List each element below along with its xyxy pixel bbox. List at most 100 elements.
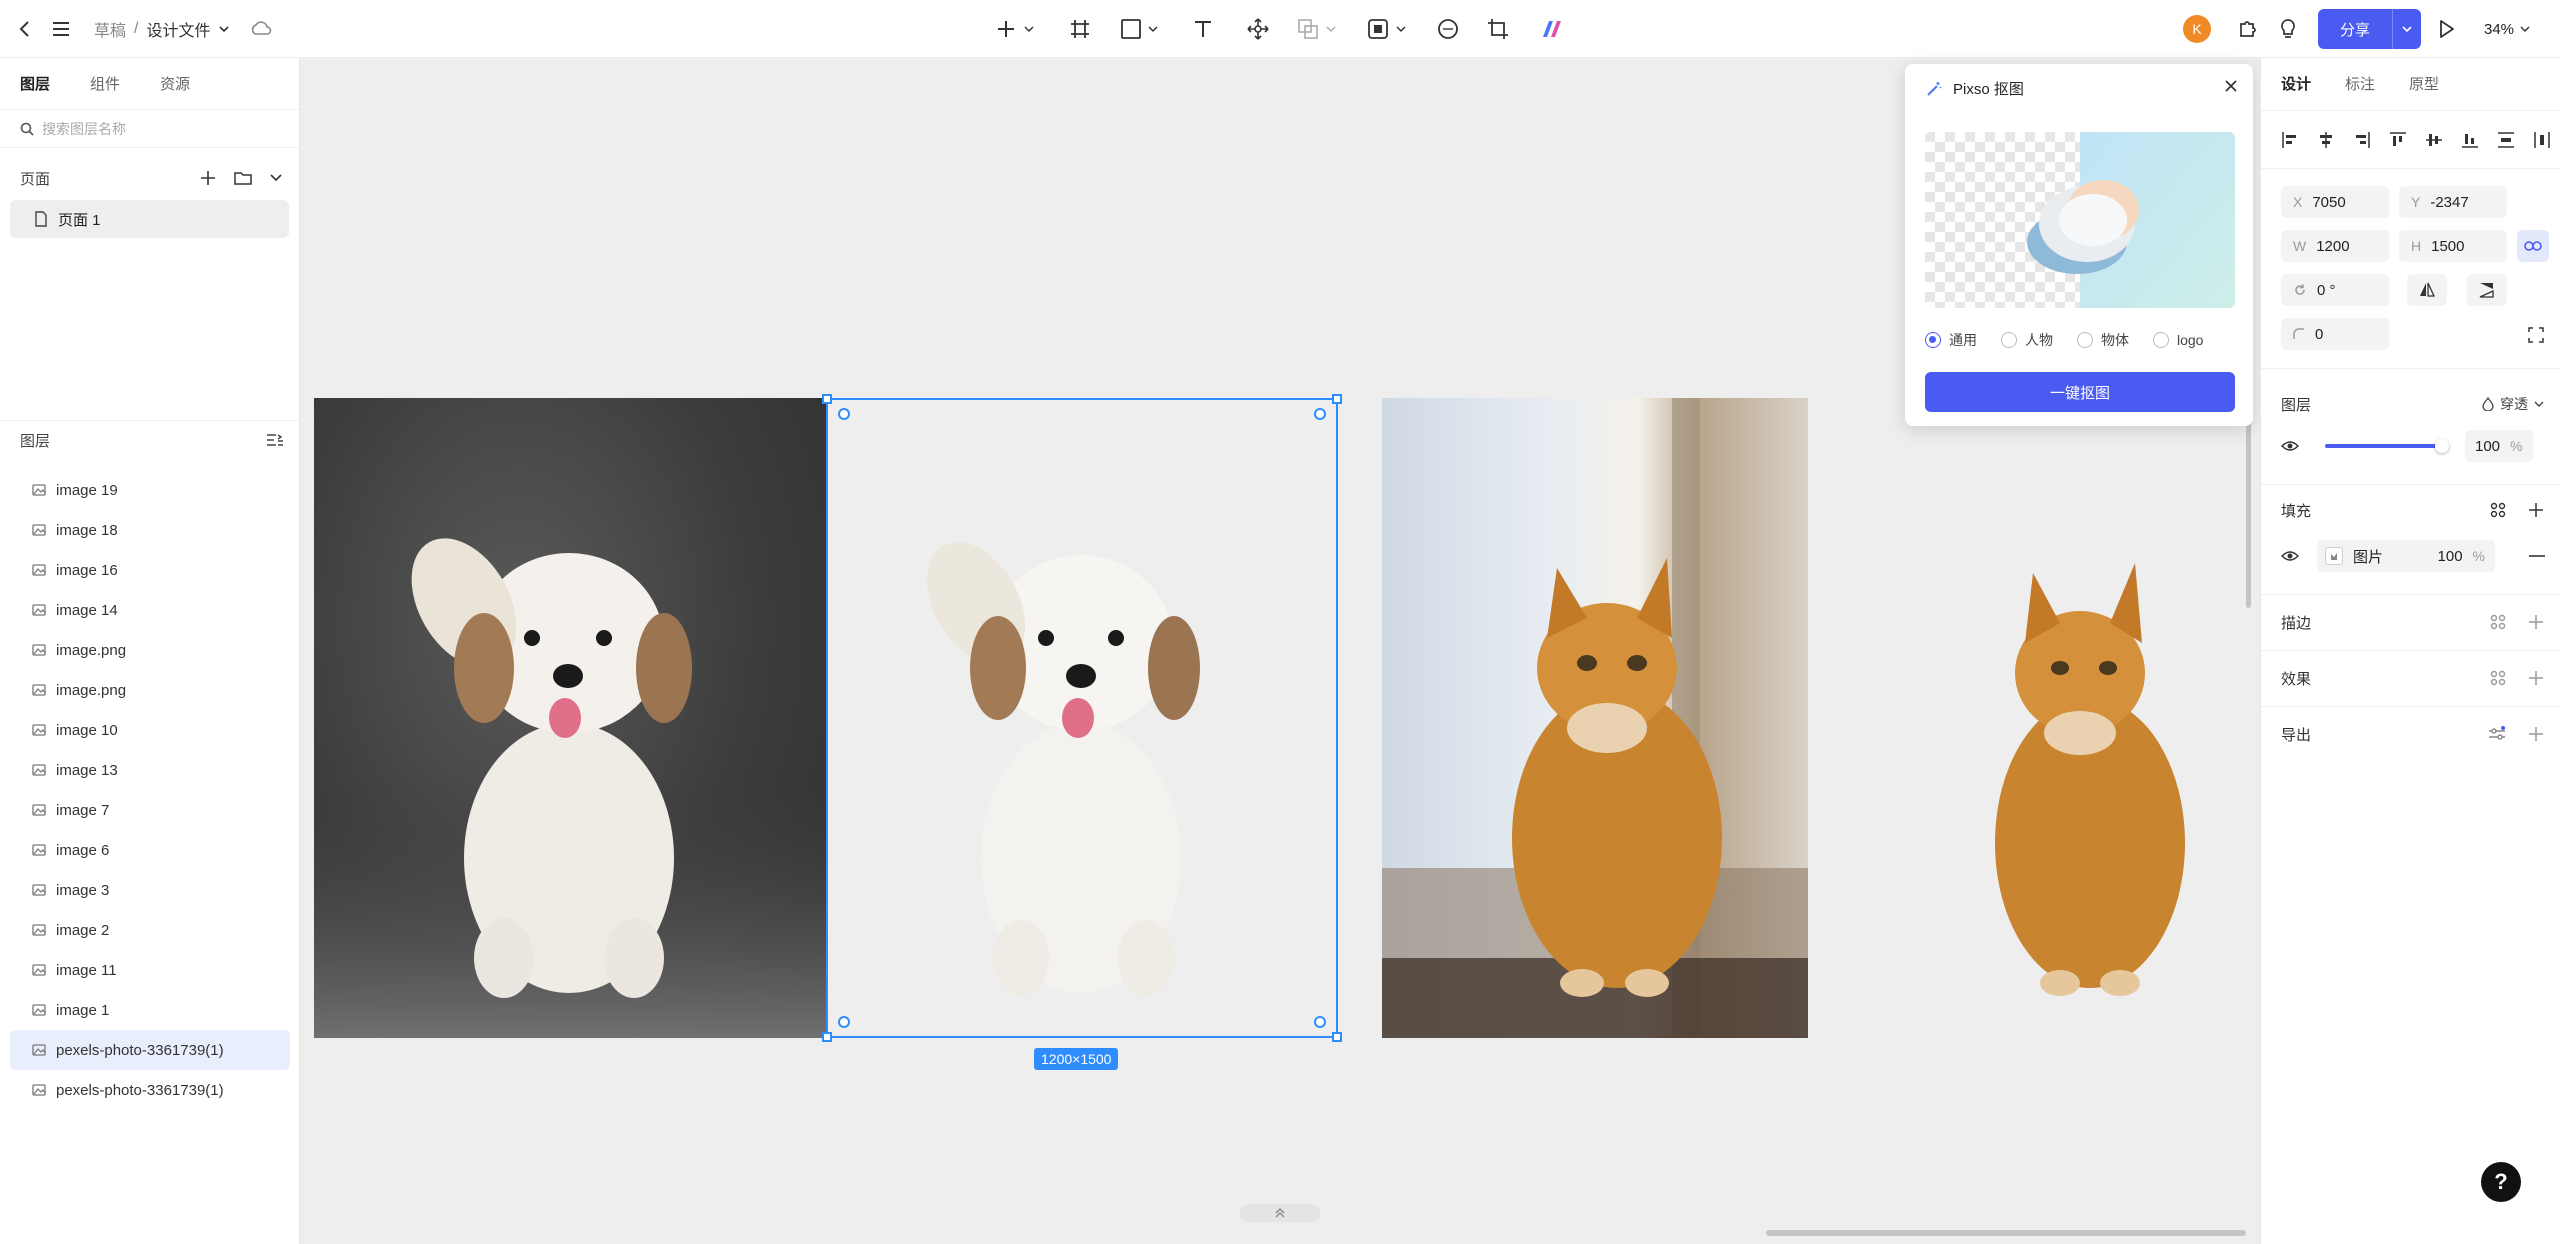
option-general[interactable]: 通用	[1925, 330, 1977, 350]
tab-components[interactable]: 组件	[90, 73, 120, 94]
shape-tool[interactable]	[1120, 14, 1158, 44]
layer-item[interactable]: image 19	[10, 470, 290, 510]
y-input[interactable]: Y -2347	[2399, 186, 2507, 218]
remove-fill-button[interactable]	[2529, 555, 2545, 557]
corner-radius-input[interactable]: 0	[2281, 318, 2389, 350]
tab-prototype[interactable]: 原型	[2409, 73, 2439, 94]
search-input[interactable]: 搜索图层名称	[42, 119, 126, 139]
layer-settings-icon[interactable]	[266, 432, 284, 448]
export-settings-icon[interactable]	[2488, 726, 2506, 742]
remove-background-button[interactable]: 一键抠图	[1925, 372, 2235, 412]
breadcrumb-root[interactable]: 草稿	[94, 17, 126, 41]
layer-item[interactable]: image 1	[10, 990, 290, 1030]
canvas-image-cat-cutout[interactable]	[1920, 398, 2260, 1038]
present-button[interactable]	[2434, 0, 2458, 58]
chevron-down-icon[interactable]	[218, 23, 230, 35]
plugins-button[interactable]	[2236, 0, 2260, 58]
add-stroke-icon[interactable]	[2528, 614, 2544, 630]
align-right-icon[interactable]	[2353, 131, 2371, 149]
align-top-icon[interactable]	[2389, 131, 2407, 149]
fill-visibility-toggle[interactable]	[2281, 550, 2299, 562]
component-tool[interactable]	[1366, 14, 1406, 44]
option-person[interactable]: 人物	[2001, 330, 2053, 350]
insert-tool[interactable]	[994, 14, 1034, 44]
comment-tool[interactable]	[1436, 14, 1460, 44]
layer-item[interactable]: pexels-photo-3361739(1)	[10, 1070, 290, 1110]
opacity-input[interactable]: 100%	[2465, 430, 2533, 462]
radio-person[interactable]	[2001, 332, 2017, 348]
tab-annotate[interactable]: 标注	[2345, 73, 2375, 94]
fill-opacity[interactable]: 100	[2438, 548, 2463, 565]
distribute-horizontal-icon[interactable]	[2533, 131, 2551, 149]
radio-object[interactable]	[2077, 332, 2093, 348]
style-grid-icon[interactable]	[2490, 502, 2506, 518]
align-center-vertical-icon[interactable]	[2425, 131, 2443, 149]
constrain-proportions-button[interactable]	[2517, 230, 2549, 262]
layer-item[interactable]: image 6	[10, 830, 290, 870]
opacity-slider-knob[interactable]	[2435, 439, 2449, 453]
align-left-icon[interactable]	[2281, 131, 2299, 149]
fill-swatch[interactable]	[2325, 547, 2343, 565]
blend-mode-select[interactable]: 穿透	[2482, 394, 2544, 414]
style-grid-icon[interactable]	[2490, 614, 2506, 630]
layer-item[interactable]: image 10	[10, 710, 290, 750]
help-button[interactable]: ?	[2481, 1162, 2521, 1202]
tab-design[interactable]: 设计	[2281, 73, 2311, 94]
height-input[interactable]: H 1500	[2399, 230, 2507, 262]
file-name[interactable]: 设计文件	[146, 17, 210, 41]
back-button[interactable]	[14, 0, 36, 58]
add-export-icon[interactable]	[2528, 726, 2544, 742]
share-options-button[interactable]	[2393, 9, 2421, 49]
layer-item[interactable]: image 14	[10, 590, 290, 630]
layer-item[interactable]: image 18	[10, 510, 290, 550]
share-button[interactable]: 分享	[2318, 9, 2392, 49]
align-bottom-icon[interactable]	[2461, 131, 2479, 149]
tab-assets[interactable]: 资源	[160, 73, 190, 94]
zoom-control[interactable]: 34%	[2484, 0, 2530, 58]
folder-icon[interactable]	[233, 169, 253, 187]
independent-corners-button[interactable]	[2527, 326, 2545, 344]
ai-plugin-tool[interactable]	[1540, 14, 1564, 44]
add-fill-icon[interactable]	[2528, 502, 2544, 518]
user-avatar[interactable]: K	[2183, 0, 2211, 58]
option-object[interactable]: 物体	[2077, 330, 2129, 350]
frame-tool[interactable]	[1068, 14, 1092, 44]
opacity-slider[interactable]	[2325, 439, 2449, 453]
chevron-down-icon[interactable]	[269, 171, 283, 185]
fill-item[interactable]: 图片 100 %	[2317, 540, 2495, 572]
add-page-icon[interactable]	[199, 169, 217, 187]
align-center-horizontal-icon[interactable]	[2317, 131, 2335, 149]
style-grid-icon[interactable]	[2490, 670, 2506, 686]
layer-item[interactable]: image 3	[10, 870, 290, 910]
layer-item[interactable]: image 7	[10, 790, 290, 830]
canvas-image-cat-original[interactable]	[1382, 398, 1808, 1038]
option-logo[interactable]: logo	[2153, 330, 2203, 350]
rotation-input[interactable]: 0 °	[2281, 274, 2389, 306]
layer-search[interactable]: 搜索图层名称	[0, 110, 299, 148]
layer-item[interactable]: image 16	[10, 550, 290, 590]
boolean-tool[interactable]	[1296, 14, 1336, 44]
x-input[interactable]: X 7050	[2281, 186, 2389, 218]
layer-item[interactable]: image 2	[10, 910, 290, 950]
layer-item[interactable]: image.png	[10, 670, 290, 710]
text-tool[interactable]	[1192, 14, 1214, 44]
inspiration-button[interactable]	[2276, 0, 2300, 58]
layer-item[interactable]: pexels-photo-3361739(1)	[10, 1030, 290, 1070]
main-menu-button[interactable]	[50, 0, 72, 58]
layer-item[interactable]: image.png	[10, 630, 290, 670]
flip-vertical-button[interactable]	[2467, 274, 2507, 306]
flip-horizontal-button[interactable]	[2407, 274, 2447, 306]
radio-logo[interactable]	[2153, 332, 2169, 348]
crop-tool[interactable]	[1486, 14, 1510, 44]
expand-panel-button[interactable]	[1240, 1204, 1320, 1222]
distribute-vertical-icon[interactable]	[2497, 131, 2515, 149]
layer-item[interactable]: image 11	[10, 950, 290, 990]
layer-item[interactable]: image 13	[10, 750, 290, 790]
canvas-image-dog-original[interactable]	[314, 398, 826, 1038]
canvas-image-dog-cutout[interactable]	[826, 398, 1338, 1038]
width-input[interactable]: W 1200	[2281, 230, 2389, 262]
popup-close-button[interactable]	[2223, 78, 2239, 94]
vertical-scrollbar[interactable]	[2246, 408, 2251, 608]
layer-visibility-toggle[interactable]	[2281, 440, 2299, 452]
page-item[interactable]: 页面 1	[10, 200, 289, 238]
